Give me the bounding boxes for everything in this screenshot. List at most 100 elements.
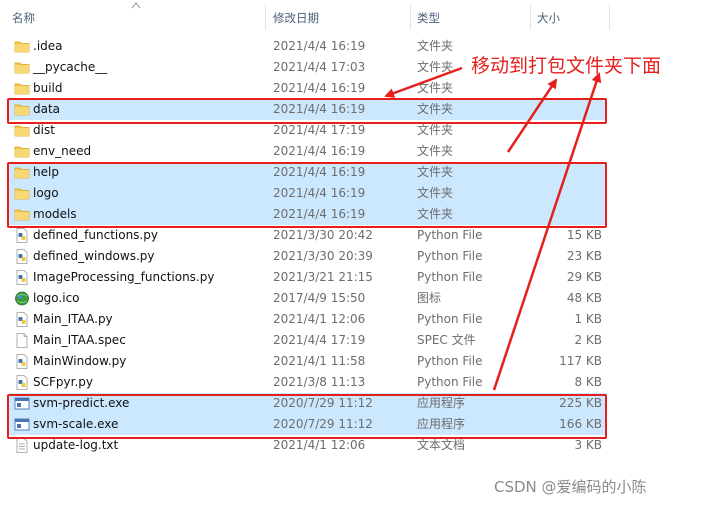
python-file-icon [14,270,30,285]
file-row[interactable]: svm-predict.exe 2020/7/29 11:12 应用程序 225 KB [9,393,607,414]
folder-icon [14,186,30,201]
file-row[interactable]: env_need 2021/4/4 16:19 文件夹 [9,141,607,162]
file-row[interactable]: ImageProcessing_functions.py 2021/3/21 21… [9,267,607,288]
file-type: 文件夹 [417,165,454,179]
file-date: 2021/4/4 17:19 [273,333,366,347]
file-type: Python File [417,228,483,242]
column-header-date[interactable]: 修改日期 [273,10,319,26]
file-row[interactable]: MainWindow.py 2021/4/1 11:58 Python File 11… [9,351,607,372]
file-row[interactable]: update-log.txt 2021/4/1 12:06 文本文档 3 KB [9,435,607,456]
file-row[interactable]: defined_functions.py 2021/3/30 20:42 Pytho… [9,225,607,246]
file-row[interactable]: data 2021/4/4 16:19 文件夹 [9,99,607,120]
folder-icon [14,60,30,75]
file-date: 2021/4/4 17:03 [273,60,366,74]
python-file-icon [14,228,30,243]
folder-icon [14,144,30,159]
exe-icon [14,396,30,411]
file-row[interactable]: logo 2021/4/4 16:19 文件夹 [9,183,607,204]
file-date: 2021/4/4 17:19 [273,123,366,137]
column-divider[interactable] [609,4,610,30]
file-date: 2021/4/4 16:19 [273,102,366,116]
file-row[interactable]: models 2021/4/4 16:19 文件夹 [9,204,607,225]
blank-file-icon [14,333,30,348]
file-name: svm-predict.exe [33,396,130,410]
folder-icon [14,102,30,117]
column-header-size[interactable]: 大小 [537,10,560,26]
file-size: 2 KB [574,333,602,347]
folder-icon [14,123,30,138]
file-row[interactable]: dist 2021/4/4 17:19 文件夹 [9,120,607,141]
exe-icon [14,417,30,432]
file-size: 8 KB [574,375,602,389]
column-header-type[interactable]: 类型 [417,10,440,26]
globe-icon [14,291,30,306]
file-date: 2021/4/4 16:19 [273,39,366,53]
file-name: defined_windows.py [33,249,155,263]
column-divider[interactable] [410,4,411,30]
file-row[interactable]: Main_ITAA.spec 2021/4/4 17:19 SPEC 文件 2 KB [9,330,607,351]
watermark: CSDN @爱编码的小陈 [494,478,647,496]
file-type: Python File [417,375,483,389]
file-row[interactable]: logo.ico 2017/4/9 15:50 图标 48 KB [9,288,607,309]
file-name: logo.ico [33,291,80,305]
file-row[interactable]: Main_ITAA.py 2021/4/1 12:06 Python File 1 K… [9,309,607,330]
annotation-text: 移动到打包文件夹下面 [471,55,662,77]
folder-icon [14,81,30,96]
file-name: env_need [33,144,92,158]
file-type: 文件夹 [417,81,454,95]
file-name: ImageProcessing_functions.py [33,270,215,284]
file-size: 23 KB [566,249,602,263]
file-type: Python File [417,249,483,263]
file-name: MainWindow.py [33,354,127,368]
folder-icon [14,165,30,180]
file-row[interactable]: build 2021/4/4 16:19 文件夹 [9,78,607,99]
file-type: 文件夹 [417,144,454,158]
file-type: 文件夹 [417,207,454,221]
python-file-icon [14,375,30,390]
file-row[interactable]: defined_windows.py 2021/3/30 20:39 Python … [9,246,607,267]
file-name: Main_ITAA.spec [33,333,126,347]
file-type: 文件夹 [417,186,454,200]
file-type: 文件夹 [417,123,454,137]
file-date: 2021/3/21 21:15 [273,270,373,284]
file-type: Python File [417,312,483,326]
file-type: 应用程序 [417,417,466,431]
file-name: update-log.txt [33,438,119,452]
file-date: 2021/4/4 16:19 [273,81,366,95]
file-row[interactable]: SCFpyr.py 2021/3/8 11:13 Python File 8 KB [9,372,607,393]
file-type: Python File [417,354,483,368]
python-file-icon [14,249,30,264]
file-date: 2021/3/30 20:39 [273,249,373,263]
file-size: 1 KB [574,312,602,326]
folder-icon [14,39,30,54]
file-name: .idea [33,39,63,53]
python-file-icon [14,354,30,369]
file-name: help [33,165,59,179]
file-date: 2021/3/30 20:42 [273,228,373,242]
file-name: data [33,102,61,116]
column-divider[interactable] [265,4,266,30]
file-name: logo [33,186,59,200]
file-date: 2020/7/29 11:12 [273,417,373,431]
file-date: 2021/4/1 11:58 [273,354,366,368]
file-size: 48 KB [566,291,602,305]
column-header-bar: 名称 修改日期 类型 大小 [0,0,701,34]
file-date: 2021/4/4 16:19 [273,207,366,221]
column-divider[interactable] [530,4,531,30]
column-header-name[interactable]: 名称 [12,10,35,26]
file-date: 2021/3/8 11:13 [273,375,366,389]
file-row[interactable]: svm-scale.exe 2020/7/29 11:12 应用程序 166 KB [9,414,607,435]
file-type: 应用程序 [417,396,466,410]
file-date: 2020/7/29 11:12 [273,396,373,410]
file-type: Python File [417,270,483,284]
file-name: SCFpyr.py [33,375,93,389]
file-date: 2017/4/9 15:50 [273,291,366,305]
file-size: 117 KB [559,354,602,368]
file-size: 225 KB [559,396,602,410]
file-name: __pycache__ [33,60,108,74]
sort-ascending-icon [131,2,141,9]
file-date: 2021/4/1 12:06 [273,312,366,326]
file-type: 文本文档 [417,438,466,452]
text-file-icon [14,438,30,453]
file-row[interactable]: help 2021/4/4 16:19 文件夹 [9,162,607,183]
